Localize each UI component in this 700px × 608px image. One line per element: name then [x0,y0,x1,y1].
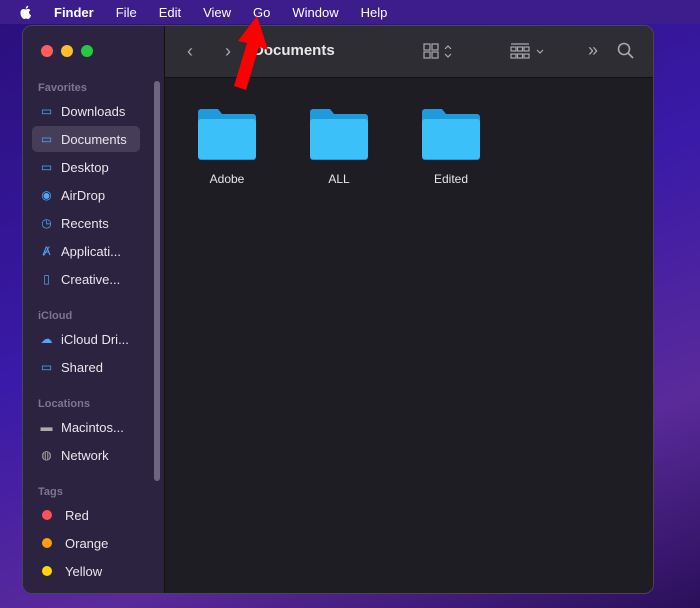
folder-icon: ▭ [40,104,53,118]
sidebar-item-downloads[interactable]: ▭ Downloads [32,98,140,124]
sidebar-scrollbar[interactable] [154,81,160,481]
folder-icon: ▭ [40,132,53,146]
folder-label: ALL [328,172,350,186]
sidebar-item-desktop[interactable]: ▭ Desktop [32,154,140,180]
group-by-icon[interactable] [510,43,550,61]
folder-icon [198,109,256,160]
folder-icon [310,109,368,160]
sidebar-item-shared[interactable]: ▭ Shared [32,354,140,380]
sidebar-item-network[interactable]: ◍ Network [32,442,140,468]
close-button[interactable] [41,45,53,57]
applications-icon: Ⱥ [42,244,51,258]
globe-icon: ◍ [41,448,52,462]
sidebar-item-creative[interactable]: ▯ Creative... [32,266,140,292]
annotation-arrow-icon [234,16,268,90]
sidebar-item-icloud-drive[interactable]: ☁ iCloud Dri... [32,326,140,352]
sidebar-item-macintosh[interactable]: ▬ Macintos... [32,414,140,440]
tag-dot-icon [42,566,52,576]
sidebar-item-label: Yellow [65,563,103,579]
sidebar-item-airdrop[interactable]: ◉ AirDrop [32,182,140,208]
sidebar-item-label: Network [61,447,109,463]
tag-dot-icon [42,510,52,520]
sidebar-item-label: Downloads [61,103,126,119]
sidebar-item-label: Shared [61,359,103,375]
section-icloud: iCloud [38,310,73,322]
menu-edit[interactable]: Edit [159,5,181,20]
menu-file[interactable]: File [116,5,137,20]
disk-icon: ▬ [40,420,53,434]
section-locations: Locations [38,398,90,410]
folder-icon: ▭ [40,160,53,174]
sidebar: Favorites ▭ Downloads ▭ Documents ▭ Desktop… [23,26,165,593]
sidebar-item-applications[interactable]: Ⱥ Applicati... [32,238,140,264]
sidebar-tag-yellow[interactable]: Yellow [32,558,140,584]
icon-view-icon[interactable] [423,43,455,61]
folder-icon [422,109,480,160]
folder-label: Edited [433,172,469,186]
tag-dot-icon [42,538,52,548]
back-icon[interactable]: ‹ [187,41,193,62]
search-icon[interactable] [617,42,635,60]
sidebar-item-recents[interactable]: ◷ Recents [32,210,140,236]
apple-icon[interactable] [18,4,34,20]
clock-icon: ◷ [41,216,52,230]
sidebar-item-label: Orange [65,535,109,551]
menu-window[interactable]: Window [292,5,338,20]
sidebar-item-label: Red [65,507,89,523]
sidebar-item-label: Applicati... [61,243,121,259]
folder-item[interactable]: Adobe [187,108,267,186]
folder-item[interactable]: Edited [411,108,491,186]
cloud-icon: ☁ [40,332,53,346]
sidebar-item-label: Macintos... [61,419,124,435]
sidebar-item-label: Creative... [61,271,121,287]
zoom-button[interactable] [81,45,93,57]
sidebar-item-label: AirDrop [61,187,106,203]
section-favorites: Favorites [38,82,87,94]
sidebar-item-label: Recents [61,215,109,231]
folder-item[interactable]: ALL [299,108,379,186]
sidebar-tag-red[interactable]: Red [32,502,140,528]
finder-window: Favorites ▭ Downloads ▭ Documents ▭ Desktop… [22,25,654,594]
sidebar-item-label: iCloud Dri... [61,331,129,347]
window-controls [41,45,93,57]
menu-finder[interactable]: Finder [54,5,94,20]
menu-help[interactable]: Help [361,5,388,20]
sidebar-item-label: Documents [61,131,127,147]
section-tags: Tags [38,486,63,498]
airdrop-icon: ◉ [41,188,52,202]
more-toolbar-icon[interactable]: » [588,40,598,61]
shared-folder-icon: ▭ [40,360,53,374]
sidebar-item-label: Desktop [61,159,109,175]
sidebar-tag-orange[interactable]: Orange [32,530,140,556]
sidebar-item-documents[interactable]: ▭ Documents [32,126,140,152]
menu-bar: Finder File Edit View Go Window Help [0,0,700,24]
file-area: Adobe ALL Edited [165,78,653,593]
document-icon: ▯ [43,272,50,286]
folder-label: Adobe [209,172,245,186]
minimize-button[interactable] [61,45,73,57]
